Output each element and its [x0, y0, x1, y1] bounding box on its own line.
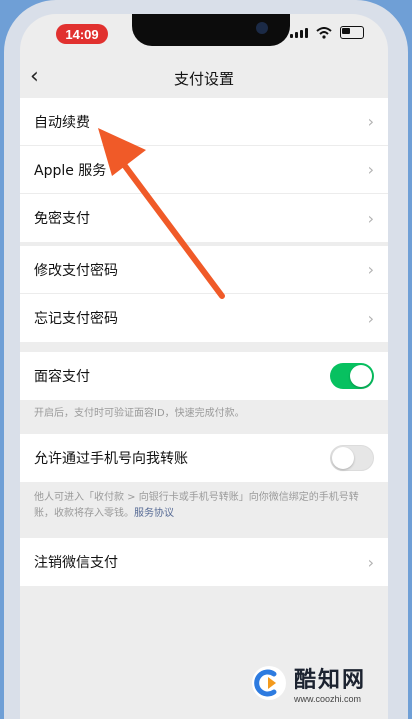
settings-group-deregister: 注销微信支付 › [20, 538, 388, 586]
row-auto-renewal[interactable]: 自动续费 › [20, 98, 388, 146]
row-apple-services[interactable]: Apple 服务 › [20, 146, 388, 194]
row-change-password[interactable]: 修改支付密码 › [20, 246, 388, 294]
phone-transfer-toggle[interactable] [330, 445, 374, 471]
note-text: 他人可进入「收付款 > 向银行卡或手机号转账」向你微信绑定的手机号转账，收款将存… [34, 492, 359, 519]
watermark: 酷知网 www.coozhi.com [252, 662, 366, 704]
chevron-right-icon: › [367, 208, 374, 228]
row-password-free-payment[interactable]: 免密支付 › [20, 194, 388, 242]
settings-group-payment: 自动续费 › Apple 服务 › 免密支付 › [20, 98, 388, 242]
row-label: 注销微信支付 [34, 555, 118, 571]
row-label: 忘记支付密码 [34, 311, 118, 327]
wifi-icon [316, 26, 332, 39]
row-label: 免密支付 [34, 211, 90, 227]
settings-group-password: 修改支付密码 › 忘记支付密码 › [20, 246, 388, 342]
row-phone-transfer: 允许通过手机号向我转账 [20, 434, 388, 482]
chevron-right-icon: › [367, 112, 374, 131]
row-label: 面容支付 [34, 369, 90, 385]
face-pay-toggle[interactable] [330, 363, 374, 389]
nav-bar: ‹ 支付设置 [20, 58, 388, 98]
page-title: 支付设置 [173, 69, 234, 88]
notch [132, 14, 290, 46]
status-time: 14:09 [56, 24, 108, 44]
settings-group-face-pay: 面容支付 [20, 352, 388, 400]
status-icons [290, 26, 364, 39]
phone-transfer-note: 他人可进入「收付款 > 向银行卡或手机号转账」向你微信绑定的手机号转账，收款将存… [34, 490, 374, 522]
back-button[interactable]: ‹ [30, 64, 39, 89]
row-deregister-wechat-pay[interactable]: 注销微信支付 › [20, 538, 388, 586]
watermark-logo-icon [252, 666, 286, 700]
chevron-right-icon: › [367, 552, 374, 572]
row-label: Apple 服务 [34, 162, 107, 179]
cellular-signal-icon [290, 27, 308, 38]
toggle-knob [350, 365, 372, 387]
row-label: 修改支付密码 [34, 262, 118, 279]
watermark-url: www.coozhi.com [294, 694, 362, 704]
service-agreement-link[interactable]: 服务协议 [134, 508, 174, 519]
row-forgot-password[interactable]: 忘记支付密码 › [20, 294, 388, 342]
toggle-knob [332, 447, 354, 469]
settings-group-phone-transfer: 允许通过手机号向我转账 [20, 434, 388, 482]
row-face-pay: 面容支付 [20, 352, 388, 400]
row-label: 自动续费 [34, 114, 90, 131]
chevron-right-icon: › [367, 260, 374, 279]
phone-screen: 14:09 ‹ 支付设置 自动续费 › Apple 服务 › 免密支付 › 修改… [20, 14, 388, 719]
battery-icon [340, 26, 364, 39]
chevron-right-icon: › [367, 160, 374, 179]
chevron-right-icon: › [367, 308, 374, 328]
row-label: 允许通过手机号向我转账 [34, 451, 188, 467]
watermark-title: 酷知网 [294, 668, 367, 693]
camera-icon [256, 22, 268, 34]
face-pay-note: 开启后，支付时可验证面容ID，快速完成付款。 [34, 408, 245, 419]
